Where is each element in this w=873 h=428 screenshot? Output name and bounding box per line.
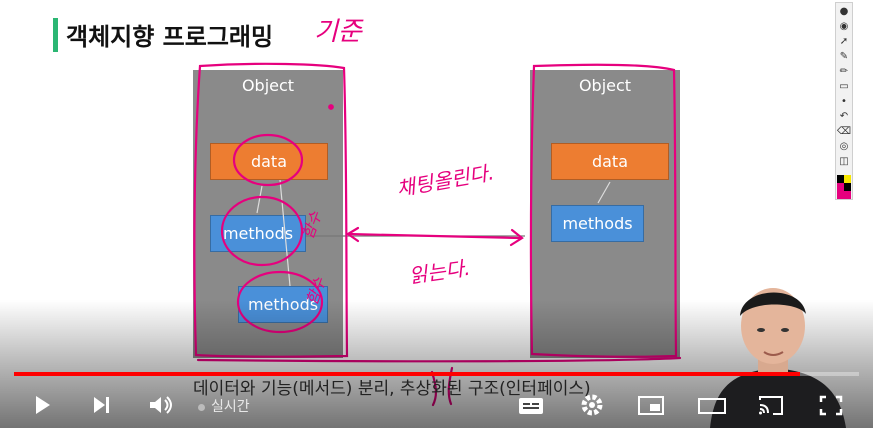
color-swatch-yellow[interactable] bbox=[844, 175, 851, 183]
color-swatch-magenta-3[interactable] bbox=[844, 191, 851, 199]
fullscreen-button[interactable] bbox=[816, 392, 846, 420]
theater-icon bbox=[698, 398, 726, 414]
highlighter-icon[interactable]: ✏ bbox=[836, 65, 852, 78]
color-swatch-magenta-2[interactable] bbox=[837, 191, 844, 199]
ink-dot bbox=[328, 104, 334, 110]
ink-circle-methods-1 bbox=[220, 195, 304, 267]
live-indicator[interactable]: 실시간 bbox=[198, 396, 250, 416]
next-button[interactable] bbox=[88, 392, 116, 420]
progress-bar-fill bbox=[14, 372, 800, 376]
color-swatch-black[interactable] bbox=[837, 175, 844, 183]
ink-text-top: 기준 bbox=[314, 17, 364, 47]
miniplayer-button[interactable] bbox=[636, 392, 666, 420]
fullscreen-icon bbox=[819, 395, 843, 416]
connector-right-data-methods bbox=[597, 181, 611, 204]
settings-button[interactable] bbox=[578, 392, 606, 420]
pen-icon[interactable]: ✎ bbox=[836, 50, 852, 63]
connector-data-methods bbox=[256, 185, 263, 214]
annotation-toolbar: ● ◉ ➚ ✎ ✏ ▭ • ↶ ⌫ ◎ ◫ bbox=[835, 2, 853, 200]
cast-icon bbox=[759, 396, 783, 415]
camera-icon[interactable]: ◎ bbox=[836, 140, 852, 153]
color-palette bbox=[837, 175, 851, 199]
live-dot-icon bbox=[198, 403, 205, 411]
ink-text-arrow-upper: 채팅올린다. bbox=[395, 160, 496, 201]
play-icon bbox=[36, 396, 50, 414]
cast-button[interactable] bbox=[756, 392, 786, 420]
connector-data-methods-2 bbox=[279, 179, 291, 287]
theater-button[interactable] bbox=[696, 392, 728, 420]
eye-icon[interactable]: ◉ bbox=[836, 20, 852, 33]
progress-bar[interactable] bbox=[14, 372, 859, 376]
copy-icon[interactable]: ◫ bbox=[836, 155, 852, 168]
trash-icon[interactable]: ⌫ bbox=[836, 125, 852, 138]
miniplayer-icon bbox=[638, 396, 664, 415]
subtitles-button[interactable] bbox=[516, 392, 546, 420]
volume-icon bbox=[150, 396, 172, 414]
pin-icon[interactable]: ● bbox=[836, 5, 852, 18]
subtitles-icon bbox=[519, 398, 543, 414]
dot-icon[interactable]: • bbox=[836, 95, 852, 108]
next-icon bbox=[94, 397, 109, 413]
ink-text-arrow-lower: 읽는다. bbox=[407, 256, 471, 288]
color-swatch-black-2[interactable] bbox=[844, 183, 851, 191]
eraser-icon[interactable]: ▭ bbox=[836, 80, 852, 93]
settings-icon bbox=[581, 394, 603, 416]
volume-button[interactable] bbox=[146, 392, 176, 420]
play-button[interactable] bbox=[28, 392, 56, 420]
cursor-icon[interactable]: ➚ bbox=[836, 35, 852, 48]
live-label: 실시간 bbox=[211, 399, 250, 415]
color-swatch-magenta[interactable] bbox=[837, 183, 844, 191]
ink-circle-data bbox=[232, 133, 304, 187]
undo-icon[interactable]: ↶ bbox=[836, 110, 852, 123]
